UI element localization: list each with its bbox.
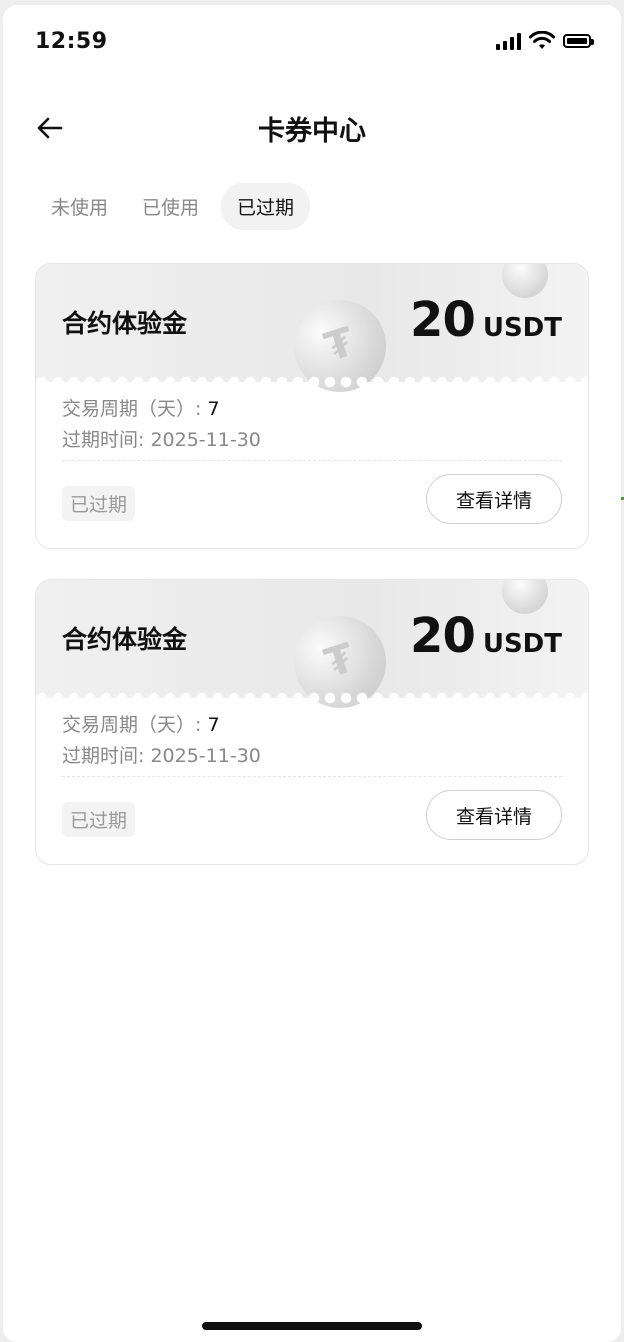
period-label: 交易周期（天）: (62, 714, 202, 736)
period-value: 7 (207, 714, 220, 736)
tab-expired[interactable]: 已过期 (221, 183, 311, 230)
coupon-amount: 20 USDT (410, 608, 562, 664)
coupon-amount-value: 20 (410, 292, 476, 348)
expire-label: 过期时间: (62, 429, 145, 451)
tab-used[interactable]: 已使用 (130, 183, 211, 230)
expire-value: 2025-11-30 (150, 429, 261, 451)
coupon-info: 交易周期（天）: 7 过期时间: 2025-11-30 (62, 710, 261, 772)
battery-icon (563, 34, 594, 48)
coupon-info: 交易周期（天）: 7 过期时间: 2025-11-30 (62, 394, 261, 456)
period-value: 7 (207, 398, 220, 420)
page-title: 卡券中心 (258, 116, 366, 147)
wifi-icon (529, 31, 555, 49)
perforation-edge (36, 692, 588, 704)
perforation-edge (36, 376, 588, 388)
divider (62, 776, 562, 777)
expire-value: 2025-11-30 (150, 745, 261, 767)
coupon-amount-value: 20 (410, 608, 476, 664)
coupon-amount: 20 USDT (410, 292, 562, 348)
status-time: 12:59 (35, 29, 108, 54)
status-icons (496, 31, 594, 51)
signal-icon (496, 32, 521, 50)
coupon-card: ₮ 合约体验金 20 USDT 交易周期（天）: 7 过期时间: 2025-11… (35, 263, 589, 549)
expire-label: 过期时间: (62, 745, 145, 767)
tab-bar: 未使用 已使用 已过期 (39, 183, 311, 230)
coupon-name: 合约体验金 (62, 625, 188, 654)
coupon-amount-unit: USDT (482, 629, 562, 659)
coupon-amount-unit: USDT (482, 313, 562, 343)
coupon-card-header: ₮ 合约体验金 20 USDT (36, 264, 588, 404)
divider (62, 460, 562, 461)
status-badge: 已过期 (62, 486, 136, 521)
tab-unused[interactable]: 未使用 (39, 183, 120, 230)
phone-screen: 12:59 卡券中心 未使用 已使用 已过期 ₮ 合约体验金 20 USDT 交… (3, 5, 621, 1342)
coupon-name: 合约体验金 (62, 309, 188, 338)
home-indicator (202, 1322, 422, 1330)
coupon-card: ₮ 合约体验金 20 USDT 交易周期（天）: 7 过期时间: 2025-11… (35, 579, 589, 865)
view-details-button[interactable]: 查看详情 (426, 790, 562, 840)
coupon-card-header: ₮ 合约体验金 20 USDT (36, 580, 588, 720)
status-badge: 已过期 (62, 802, 136, 837)
period-label: 交易周期（天）: (62, 398, 202, 420)
view-details-button[interactable]: 查看详情 (426, 474, 562, 524)
